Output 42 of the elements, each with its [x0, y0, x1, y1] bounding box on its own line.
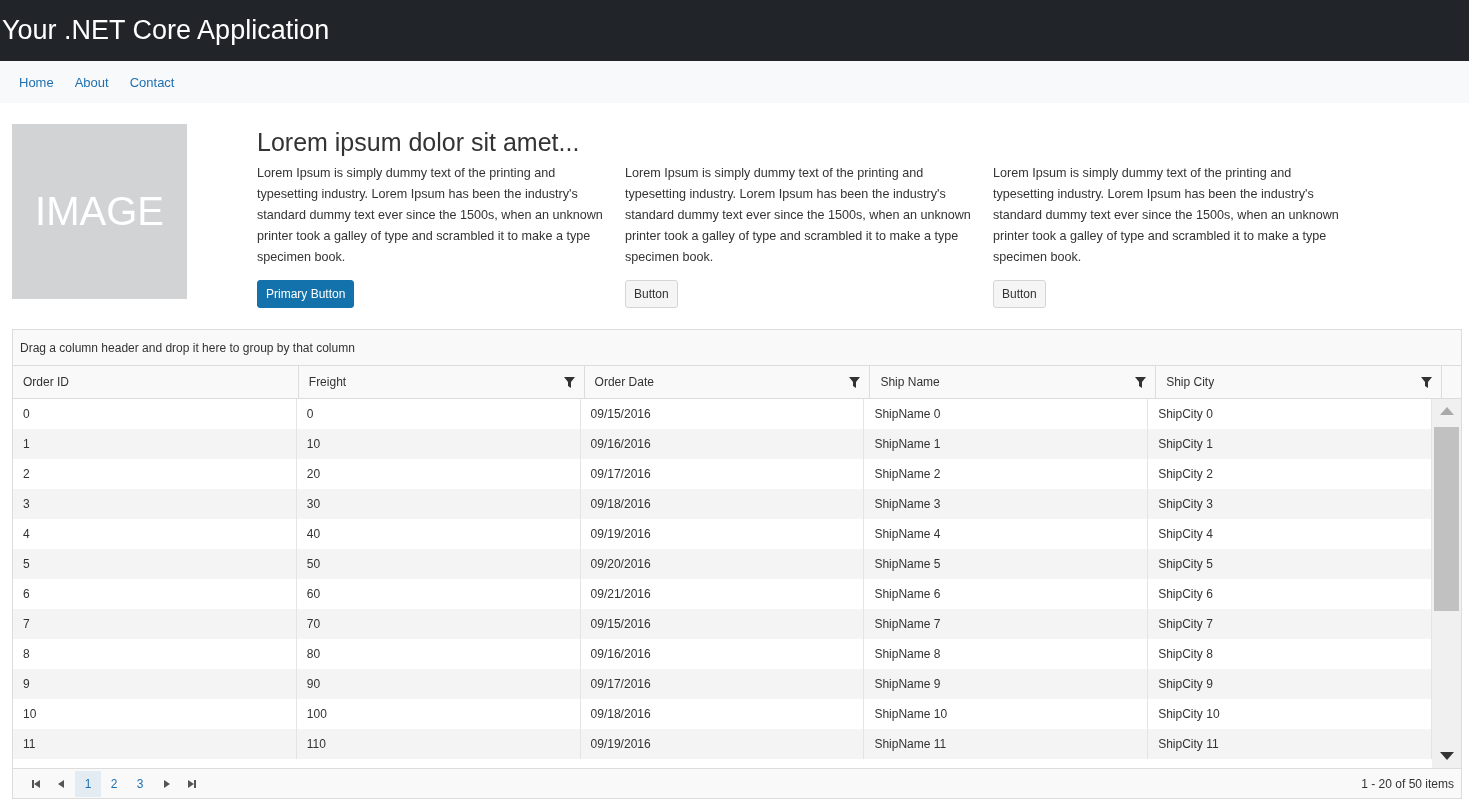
column-label: Ship Name [880, 375, 940, 389]
table-cell: ShipName 11 [864, 729, 1149, 759]
next-page-icon [162, 779, 170, 788]
scroll-thumb[interactable] [1434, 427, 1459, 611]
nav-link[interactable]: Contact [129, 74, 175, 90]
default-button[interactable]: Button [993, 280, 1046, 308]
table-cell: 11 [13, 729, 297, 759]
feature-text: Lorem Ipsum is simply dummy text of the printing and typesetting industry. Lorem Ipsum has been the industry's standard dummy text ever since the 1500s, when an unknown printer took a galley of type and scrambled it to make a type specimen book. [625, 165, 972, 266]
column-header[interactable]: Ship City [1156, 366, 1442, 398]
nav-link[interactable]: About [74, 74, 109, 90]
filter-icon[interactable] [849, 376, 861, 388]
scroll-down-icon[interactable] [1439, 752, 1454, 760]
filter-icon[interactable] [1421, 376, 1432, 388]
first-page-icon [32, 779, 40, 788]
page-heading: Lorem ipsum dolor sit amet... [257, 128, 580, 157]
column-header[interactable]: Order Date [584, 366, 871, 398]
column-label: Ship City [1166, 375, 1215, 389]
default-button[interactable]: Button [625, 280, 678, 308]
column-label: Order ID [23, 375, 69, 389]
filter-icon[interactable] [1135, 376, 1147, 388]
column-header[interactable]: Order ID [13, 366, 299, 398]
feature-text: Lorem Ipsum is simply dummy text of the printing and typesetting industry. Lorem Ipsum has been the industry's standard dummy text ever since the 1500s, when an unknown printer took a galley of type and scrambled it to make a type specimen book. [257, 165, 604, 266]
page-button[interactable]: 1 [75, 770, 101, 797]
previous-page-icon [58, 779, 66, 788]
table-cell: ShipCity 11 [1148, 729, 1432, 759]
table-cell: 110 [296, 729, 581, 759]
column-label: Freight [308, 375, 347, 389]
group-panel: Drag a column header and drop it here to group by that column [13, 330, 1461, 366]
filter-icon[interactable] [563, 376, 575, 388]
column-label: Order Date [594, 375, 654, 389]
nav-link[interactable]: Home [19, 74, 54, 90]
app-title: Your .NET Core Application [1, 15, 330, 46]
column-header[interactable]: Freight [298, 366, 585, 398]
scroll-bar[interactable] [1432, 399, 1461, 768]
primary-button[interactable]: Primary Button [257, 280, 355, 308]
pager-info: 1 - 20 of 50 items [1361, 776, 1454, 791]
last-page-icon [188, 779, 196, 788]
page-button[interactable]: 3 [127, 770, 153, 797]
table-cell: 09/19/2016 [580, 729, 865, 759]
feature-text: Lorem Ipsum is simply dummy text of the printing and typesetting industry. Lorem Ipsum has been the industry's standard dummy text ever since the 1500s, when an unknown printer took a galley of type and scrambled it to make a type specimen book. [993, 165, 1340, 266]
page-button[interactable]: 2 [101, 770, 127, 797]
column-header[interactable]: Ship Name [870, 366, 1157, 398]
